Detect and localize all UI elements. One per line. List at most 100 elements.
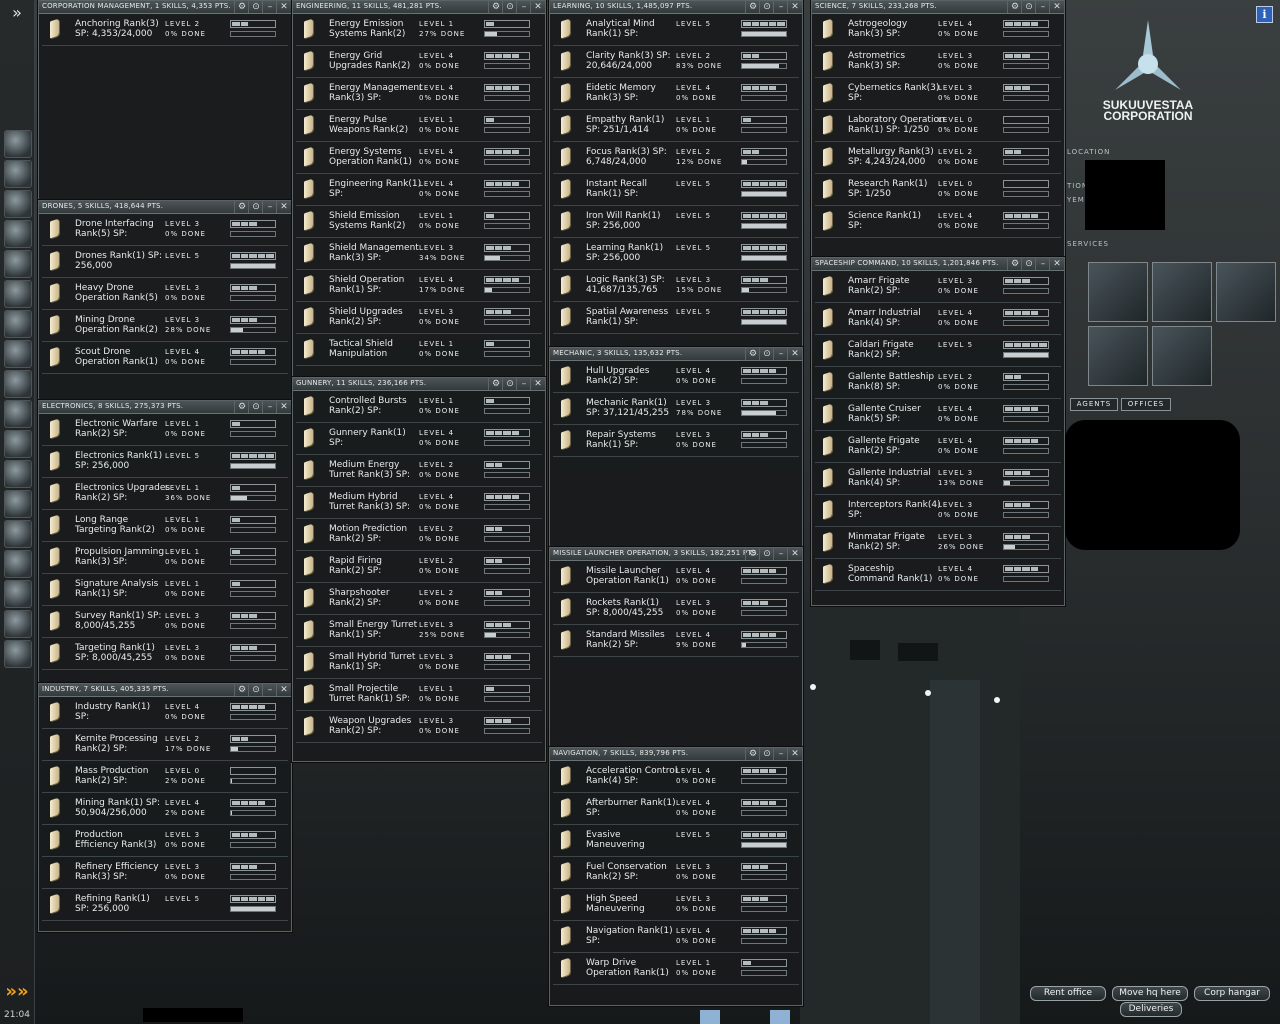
skill-row[interactable]: Scout Drone Operation Rank(1) LEVEL 4 0% DO… (42, 342, 288, 374)
people-icon[interactable] (4, 160, 32, 188)
assets-icon[interactable] (4, 310, 32, 338)
skill-row[interactable]: Gallente Cruiser Rank(5) SP: LEVEL 4 0% DON… (815, 399, 1061, 431)
move-hq-button[interactable]: Move hq here (1112, 986, 1188, 1001)
skill-row[interactable]: Energy Management Rank(3) SP: LEVEL 4 0% DO… (296, 78, 542, 110)
pin-icon[interactable]: ⊙ (1021, 1, 1036, 13)
settings-icon[interactable]: ⚙ (745, 748, 760, 760)
skill-row[interactable]: Metallurgy Rank(3) SP: 4,243/24,000 LEVEL … (815, 142, 1061, 174)
skill-row[interactable]: Motion Prediction Rank(2) SP: LEVEL 2 0% DO… (296, 519, 542, 551)
skill-row[interactable]: Kernite Processing Rank(2) SP: LEVEL 2 17% … (42, 729, 288, 761)
window-header[interactable]: MISSILE LAUNCHER OPERATION, 3 SKILLS, 18… (550, 548, 802, 561)
rent-office-button[interactable]: Rent office (1030, 986, 1106, 1001)
close-button[interactable]: ✕ (1049, 258, 1064, 270)
window-header[interactable]: SCIENCE, 7 SKILLS, 233,268 PTS. ⚙ ⊙ – ✕ (812, 1, 1064, 14)
skill-row[interactable]: Medium Hybrid Turret Rank(3) SP: LEVEL 4 0%… (296, 487, 542, 519)
skill-row[interactable]: Missile Launcher Operation Rank(1) LEVEL 4… (553, 561, 799, 593)
skill-row[interactable]: Tactical Shield Manipulation LEVEL 1 0% DON… (296, 334, 542, 366)
skill-row[interactable]: Clarity Rank(3) SP: 20,646/24,000 LEVEL 28… (553, 46, 799, 78)
skill-row[interactable]: Shield Emission Systems Rank(2) LEVEL 1 0% … (296, 206, 542, 238)
corporation-icon[interactable] (4, 340, 32, 368)
settings-icon[interactable]: ⚙ (745, 1, 760, 13)
settings-icon[interactable]: ⚙ (488, 378, 503, 390)
skill-row[interactable]: Electronic Warfare Rank(2) SP: LEVEL 1 0% D… (42, 414, 288, 446)
journal-icon[interactable] (4, 520, 32, 548)
skill-row[interactable]: Energy Emission Systems Rank(2) LEVEL 1 27%… (296, 14, 542, 46)
close-button[interactable]: ✕ (787, 548, 802, 560)
minimize-button[interactable]: – (262, 684, 277, 696)
close-button[interactable]: ✕ (787, 348, 802, 360)
skill-row[interactable]: Sharpshooter Rank(2) SP: LEVEL 2 0% DONE (296, 583, 542, 615)
settings-icon[interactable]: ⚙ (234, 1, 249, 13)
skill-row[interactable]: Learning Rank(1) SP: 256,000 LEVEL 5 (553, 238, 799, 270)
skill-row[interactable]: Mining Drone Operation Rank(2) LEVEL 3 28% … (42, 310, 288, 342)
pin-icon[interactable]: ⊙ (759, 748, 774, 760)
skill-row[interactable]: Caldari Frigate Rank(2) SP: LEVEL 5 (815, 335, 1061, 367)
window-header[interactable]: NAVIGATION, 7 SKILLS, 839,796 PTS. ⚙ ⊙ – ✕ (550, 748, 802, 761)
service-insurance-icon[interactable] (1152, 326, 1212, 386)
skill-row[interactable]: Eidetic Memory Rank(3) SP: LEVEL 4 0% DONE (553, 78, 799, 110)
skill-row[interactable]: Gallente Industrial Rank(4) SP: LEVEL 3 13%… (815, 463, 1061, 495)
skill-row[interactable]: Medium Energy Turret Rank(3) SP: LEVEL 2 0%… (296, 455, 542, 487)
skill-row[interactable]: Afterburner Rank(1) SP: LEVEL 4 0% DONE (553, 793, 799, 825)
skill-row[interactable]: Astrometrics Rank(3) SP: LEVEL 3 0% DONE (815, 46, 1061, 78)
skill-row[interactable]: Laboratory Operation Rank(1) SP: 1/250 LEV… (815, 110, 1061, 142)
skill-row[interactable]: Warp Drive Operation Rank(1) LEVEL 1 0% DON… (553, 953, 799, 985)
settings-icon[interactable]: ⚙ (745, 548, 760, 560)
skill-window[interactable]: DRONES, 5 SKILLS, 418,644 PTS. ⚙ ⊙ – ✕ Drone … (38, 200, 292, 402)
expand-neocom-button[interactable]: » (3, 2, 31, 26)
skill-row[interactable]: Acceleration Control Rank(4) SP: LEVEL 4 0%… (553, 761, 799, 793)
service-reprocessing-icon[interactable] (1088, 262, 1148, 322)
notepad-icon[interactable] (4, 220, 32, 248)
deliveries-button[interactable]: Deliveries (1120, 1002, 1182, 1017)
skill-row[interactable]: Gallente Frigate Rank(2) SP: LEVEL 4 0% DON… (815, 431, 1061, 463)
pin-icon[interactable]: ⊙ (248, 684, 263, 696)
network-icon[interactable] (4, 280, 32, 308)
minimize-button[interactable]: – (516, 1, 531, 13)
skill-row[interactable]: Refining Rank(1) SP: 256,000 LEVEL 5 (42, 889, 288, 921)
skill-row[interactable]: Mechanic Rank(1) SP: 37,121/45,255 LEVEL 3… (553, 393, 799, 425)
settings-icon[interactable]: ⚙ (234, 401, 249, 413)
skill-row[interactable]: Electronics Rank(1) SP: 256,000 LEVEL 5 (42, 446, 288, 478)
skill-row[interactable]: Small Energy Turret Rank(1) SP: LEVEL 3 25%… (296, 615, 542, 647)
window-header[interactable]: CORPORATION MANAGEMENT, 1 SKILLS, 4,353 … (39, 1, 291, 14)
close-button[interactable]: ✕ (276, 1, 291, 13)
skill-window[interactable]: SCIENCE, 7 SKILLS, 233,268 PTS. ⚙ ⊙ – ✕ Astro… (811, 0, 1065, 257)
close-button[interactable]: ✕ (787, 748, 802, 760)
skill-window[interactable]: SPACESHIP COMMAND, 10 SKILLS, 1,201,846 … (811, 257, 1065, 606)
minimize-button[interactable]: – (262, 201, 277, 213)
skills-icon[interactable] (4, 370, 32, 398)
pin-icon[interactable]: ⊙ (759, 348, 774, 360)
map-icon[interactable] (4, 250, 32, 278)
window-header[interactable]: LEARNING, 10 SKILLS, 1,485,097 PTS. ⚙ ⊙ – ✕ (550, 1, 802, 14)
skill-row[interactable]: Engineering Rank(1) SP: LEVEL 4 0% DONE (296, 174, 542, 206)
skill-row[interactable]: Hull Upgrades Rank(2) SP: LEVEL 4 0% DONE (553, 361, 799, 393)
skill-row[interactable]: Controlled Bursts Rank(2) SP: LEVEL 1 0% DO… (296, 391, 542, 423)
window-header[interactable]: DRONES, 5 SKILLS, 418,644 PTS. ⚙ ⊙ – ✕ (39, 201, 291, 214)
channels-icon[interactable] (4, 460, 32, 488)
minimize-button[interactable]: – (1035, 1, 1050, 13)
skill-window[interactable]: MISSILE LAUNCHER OPERATION, 3 SKILLS, 18… (549, 547, 803, 749)
skill-row[interactable]: Spaceship Command Rank(1) LEVEL 4 0% DONE (815, 559, 1061, 591)
settings-icon[interactable]: ⚙ (1007, 258, 1022, 270)
skill-row[interactable]: Heavy Drone Operation Rank(5) LEVEL 3 0% DO… (42, 278, 288, 310)
skill-row[interactable]: Survey Rank(1) SP: 8,000/45,255 LEVEL 3 0% … (42, 606, 288, 638)
window-header[interactable]: MECHANIC, 3 SKILLS, 135,632 PTS. ⚙ ⊙ – ✕ (550, 348, 802, 361)
market-icon[interactable] (4, 490, 32, 518)
settings-icon[interactable]: ⚙ (488, 1, 503, 13)
settings-icon[interactable]: ⚙ (1007, 1, 1022, 13)
skill-row[interactable]: Astrogeology Rank(3) SP: LEVEL 4 0% DONE (815, 14, 1061, 46)
skill-row[interactable]: Drones Rank(1) SP: 256,000 LEVEL 5 (42, 246, 288, 278)
character-sheet-icon[interactable] (4, 130, 32, 158)
skill-row[interactable]: Electronics Upgrades Rank(2) SP: LEVEL 1 36… (42, 478, 288, 510)
corp-hangar-button[interactable]: Corp hangar (1194, 986, 1270, 1001)
close-button[interactable]: ✕ (530, 1, 545, 13)
window-header[interactable]: SPACESHIP COMMAND, 10 SKILLS, 1,201,846 … (812, 258, 1064, 271)
wallet-icon[interactable] (4, 400, 32, 428)
skill-window[interactable]: INDUSTRY, 7 SKILLS, 405,335 PTS. ⚙ ⊙ – ✕ Indu… (38, 683, 292, 932)
skill-row[interactable]: Logic Rank(3) SP: 41,687/135,765 LEVEL 3 15… (553, 270, 799, 302)
skill-row[interactable]: Minmatar Frigate Rank(2) SP: LEVEL 3 26% DO… (815, 527, 1061, 559)
skill-row[interactable]: Research Rank(1) SP: 1/250 LEVEL 0 0% DONE (815, 174, 1061, 206)
close-button[interactable]: ✕ (276, 401, 291, 413)
close-button[interactable]: ✕ (530, 378, 545, 390)
info-icon[interactable] (4, 580, 32, 608)
